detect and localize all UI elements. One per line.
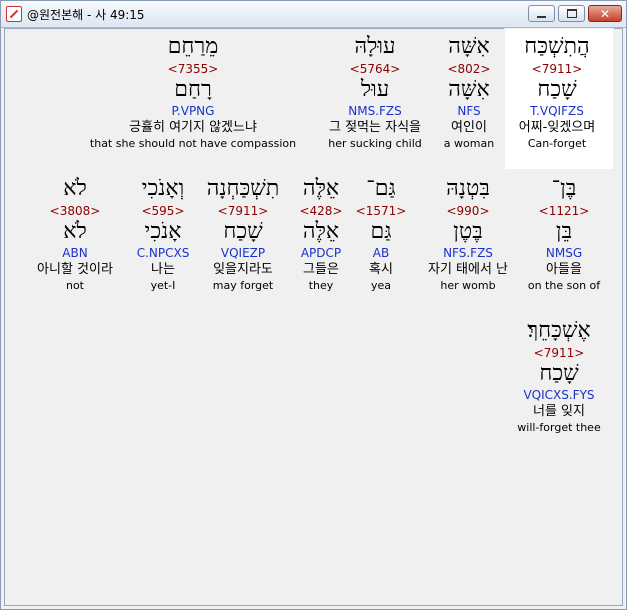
word-cell[interactable]: מֵרַחֵם <7355> רָחַם P.VPNG 긍휼히 여기지 않겠느냐 that…	[83, 33, 303, 151]
window-title: @원전본해 - 사 49:15	[27, 8, 145, 22]
maximize-button[interactable]	[558, 5, 585, 22]
word-cell[interactable]: אֶשְׁכָּחֵךְ׃ <7911> שָׁכַח VQICXS.FYS 너를 잊지…	[449, 317, 627, 435]
korean-gloss: 긍휼히 여기지 않겠느냐	[129, 120, 257, 135]
hebrew-lemma: לֹא	[63, 219, 87, 244]
english-gloss: not	[65, 279, 84, 292]
maximize-icon	[566, 9, 577, 18]
hebrew-lemma: שָׁכַח	[539, 361, 579, 386]
app-logo-icon	[6, 6, 22, 22]
strong-number[interactable]: <7911>	[449, 345, 627, 361]
strong-number[interactable]: <3808>	[0, 203, 185, 219]
hebrew-word: אֶשְׁכָּחֵךְ׃	[527, 318, 591, 343]
interlinear-view[interactable]: הֲתִשְׁכַּח <7911> שָׁכַח T.VQIFZS 어찌-잊겠으며 Ca…	[4, 28, 623, 606]
korean-gloss: 아니할 것이라	[37, 262, 113, 277]
morphology-code: P.VPNG	[171, 104, 215, 118]
korean-gloss: 너를 잊지	[533, 404, 585, 419]
hebrew-word: לֹא	[63, 176, 87, 201]
minimize-icon	[537, 15, 546, 18]
strong-number[interactable]: <7355>	[83, 61, 303, 77]
title-bar[interactable]: @원전본해 - 사 49:15 ✕	[1, 1, 626, 28]
minimize-button[interactable]	[528, 5, 555, 22]
morphology-code: VQICXS.FYS	[523, 388, 595, 402]
morphology-code: ABN	[62, 246, 88, 260]
hebrew-word: מֵרַחֵם	[167, 34, 219, 59]
hebrew-lemma: רָחַם	[174, 77, 212, 102]
english-gloss: will-forget thee	[517, 421, 601, 434]
app-window: @원전본해 - 사 49:15 ✕ הֲתִשְׁכַּח <7911> שָׁכַ…	[0, 0, 627, 610]
close-button[interactable]: ✕	[588, 5, 622, 22]
word-cell[interactable]: לֹא <3808> לֹא ABN 아니할 것이라 not	[0, 175, 185, 293]
close-icon: ✕	[599, 6, 611, 21]
english-gloss: that she should not have compassion	[89, 137, 297, 150]
